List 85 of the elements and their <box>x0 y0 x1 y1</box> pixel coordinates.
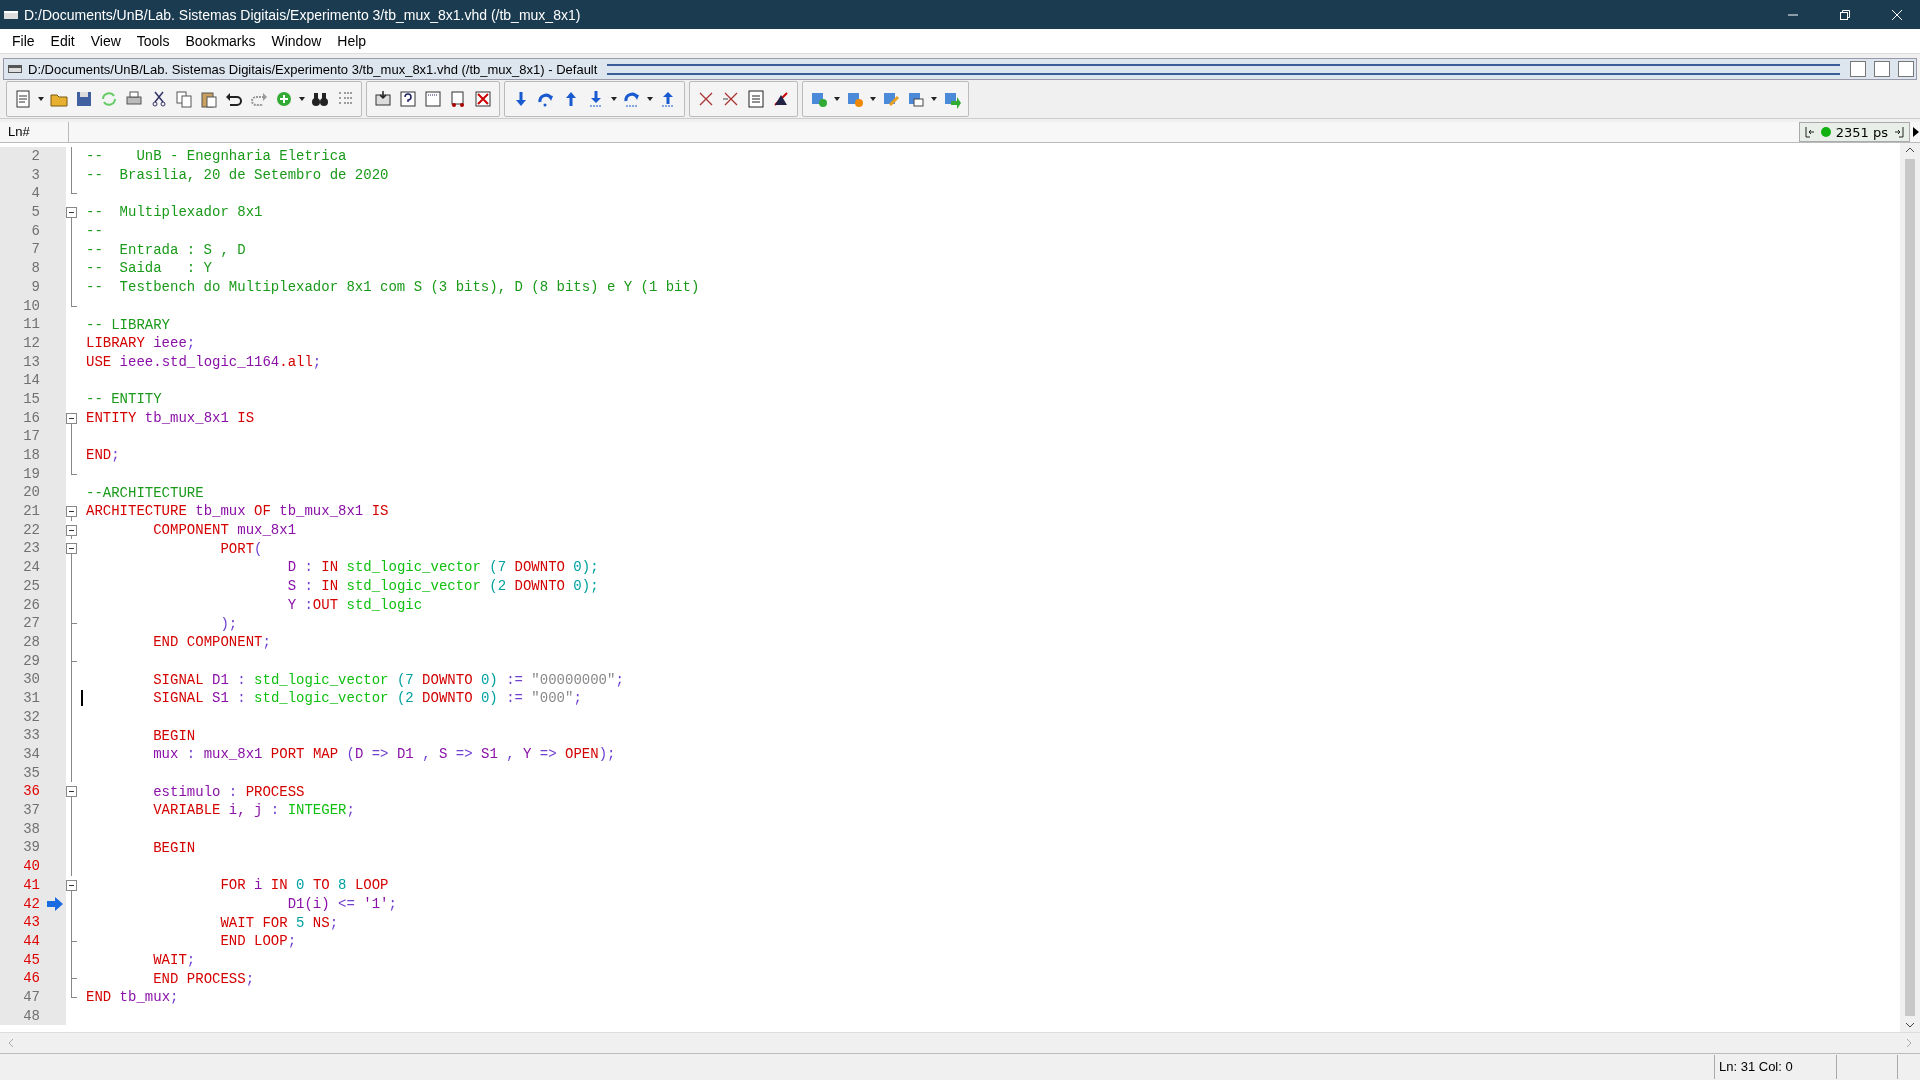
code-line: -- Saida : Y <box>86 260 213 277</box>
document-title: D:/Documents/UnB/Lab. Sistemas Digitais/Experimento 3/tb_mux_8x1.vhd (/tb_mux_8x1) - Default <box>28 61 598 77</box>
new-file-icon[interactable] <box>13 89 33 109</box>
close-button[interactable] <box>1898 61 1914 77</box>
code-line: END LOOP; <box>219 933 297 950</box>
menu-item[interactable]: Tools <box>128 33 178 49</box>
code-line: D1(i) <= '1'; <box>286 895 397 912</box>
menu-item[interactable]: File <box>4 33 43 49</box>
scrollbar-thumb[interactable] <box>1905 159 1915 1016</box>
undock-button[interactable] <box>1874 61 1890 77</box>
code-line: --ARCHITECTURE <box>86 484 204 501</box>
save-icon[interactable] <box>74 89 94 109</box>
code-line: BEGIN <box>152 839 196 856</box>
code-line: SIGNAL D1 : std_logic_vector (7 DOWNTO 0) := "00000000"; <box>152 671 624 688</box>
code-line: PORT( <box>219 540 263 557</box>
dropdown-caret-icon[interactable] <box>299 97 305 101</box>
document-icon[interactable] <box>746 89 766 109</box>
window-title: D:/Documents/UnB/Lab. Sistemas Digitais/Experimento 3/tb_mux_8x1.vhd (/tb_mux_8x1) <box>24 6 582 23</box>
scissors-icon[interactable] <box>149 89 169 109</box>
code-line: -- Brasilia, 20 de Setembro de 2020 <box>86 167 389 184</box>
dropdown-caret-icon[interactable] <box>611 97 617 101</box>
cursor-position: Ln: 31 Col: 0 <box>1714 1055 1837 1079</box>
collapse-toggle[interactable] <box>66 543 77 555</box>
menu-item[interactable]: Edit <box>42 33 83 49</box>
code-line: estimulo : PROCESS <box>152 783 305 800</box>
code-line: -- UnB - Enegnharia Eletrica <box>86 148 347 165</box>
code-line: BEGIN <box>152 727 196 744</box>
scroll-up-icon[interactable] <box>1905 147 1915 153</box>
dropdown-caret-icon[interactable] <box>931 97 937 101</box>
dropdown-caret-icon[interactable] <box>38 97 44 101</box>
dropdown-caret-icon[interactable] <box>870 97 876 101</box>
code-line: USE ieee.std_logic_1164.all; <box>86 353 322 370</box>
drag-grip[interactable] <box>607 63 1840 75</box>
code-line: LIBRARY ieee; <box>86 335 196 352</box>
document-icon <box>8 65 22 73</box>
code-line: COMPONENT mux_8x1 <box>152 522 297 539</box>
code-line: S : IN std_logic_vector (2 DOWNTO 0); <box>286 578 599 595</box>
code-line: END PROCESS; <box>152 970 255 987</box>
plus-circle-icon[interactable] <box>274 89 294 109</box>
menu-item[interactable]: Window <box>263 33 330 49</box>
vertical-scrollbar[interactable] <box>1900 143 1920 1032</box>
code-line: -- Entrada : S , D <box>86 241 246 258</box>
restore-icon <box>1840 9 1850 20</box>
close-icon <box>1892 9 1902 20</box>
code-line: SIGNAL S1 : std_logic_vector (2 DOWNTO 0) := "000"; <box>152 690 582 707</box>
column-header: Ln# <box>0 122 69 142</box>
code-line: -- ENTITY <box>86 391 162 408</box>
paste-icon[interactable] <box>199 89 219 109</box>
code-line: -- Multiplexador 8x1 <box>86 204 263 221</box>
code-line: ); <box>219 615 238 632</box>
dock-button[interactable] <box>1850 61 1866 77</box>
scroll-right-icon[interactable] <box>1912 126 1920 138</box>
code-line: ENTITY tb_mux_8x1 IS <box>86 409 255 426</box>
copy-icon[interactable] <box>174 89 194 109</box>
code-line: WAIT; <box>152 951 196 968</box>
scroll-down-icon[interactable] <box>1905 1022 1915 1028</box>
dropdown-caret-icon[interactable] <box>647 97 653 101</box>
code-line: mux : mux_8x1 PORT MAP (D => D1 , S => S1 , Y => OPEN); <box>152 746 616 763</box>
code-line: WAIT FOR 5 NS; <box>219 914 339 931</box>
code-line: D : IN std_logic_vector (7 DOWNTO 0); <box>286 559 599 576</box>
app-icon <box>4 9 18 20</box>
code-line: END tb_mux; <box>86 989 179 1006</box>
code-line: END; <box>86 447 120 464</box>
code-line: Y :OUT std_logic <box>286 596 423 613</box>
dropdown-caret-icon[interactable] <box>834 97 840 101</box>
menu-item[interactable]: View <box>82 33 129 49</box>
collapse-toggle[interactable] <box>66 506 77 518</box>
menu-item[interactable]: Bookmarks <box>177 33 264 49</box>
menu-item[interactable]: Help <box>329 33 375 49</box>
collapse-toggle[interactable] <box>66 207 77 219</box>
jump-back-icon[interactable] <box>1803 126 1816 138</box>
code-line: END COMPONENT; <box>152 634 271 651</box>
code-line: VARIABLE i, j : INTEGER; <box>152 802 355 819</box>
code-line: FOR i IN 0 TO 8 LOOP <box>219 877 389 894</box>
collapse-toggle[interactable] <box>66 412 77 424</box>
jump-forward-icon[interactable] <box>1893 126 1905 138</box>
collapse-toggle[interactable] <box>66 524 77 536</box>
code-line: -- <box>86 223 103 240</box>
code-line: ARCHITECTURE tb_mux OF tb_mux_8x1 IS <box>86 503 389 520</box>
code-line: -- LIBRARY <box>86 316 170 333</box>
code-line: -- Testbench do Multiplexador 8x1 com S (3 bits), D (8 bits) e Y (1 bit) <box>86 279 700 296</box>
collapse-toggle[interactable] <box>66 786 77 798</box>
collapse-toggle[interactable] <box>66 879 77 891</box>
simulation-time: 2351 ps <box>1835 124 1888 140</box>
status-dot-icon <box>1820 127 1831 137</box>
